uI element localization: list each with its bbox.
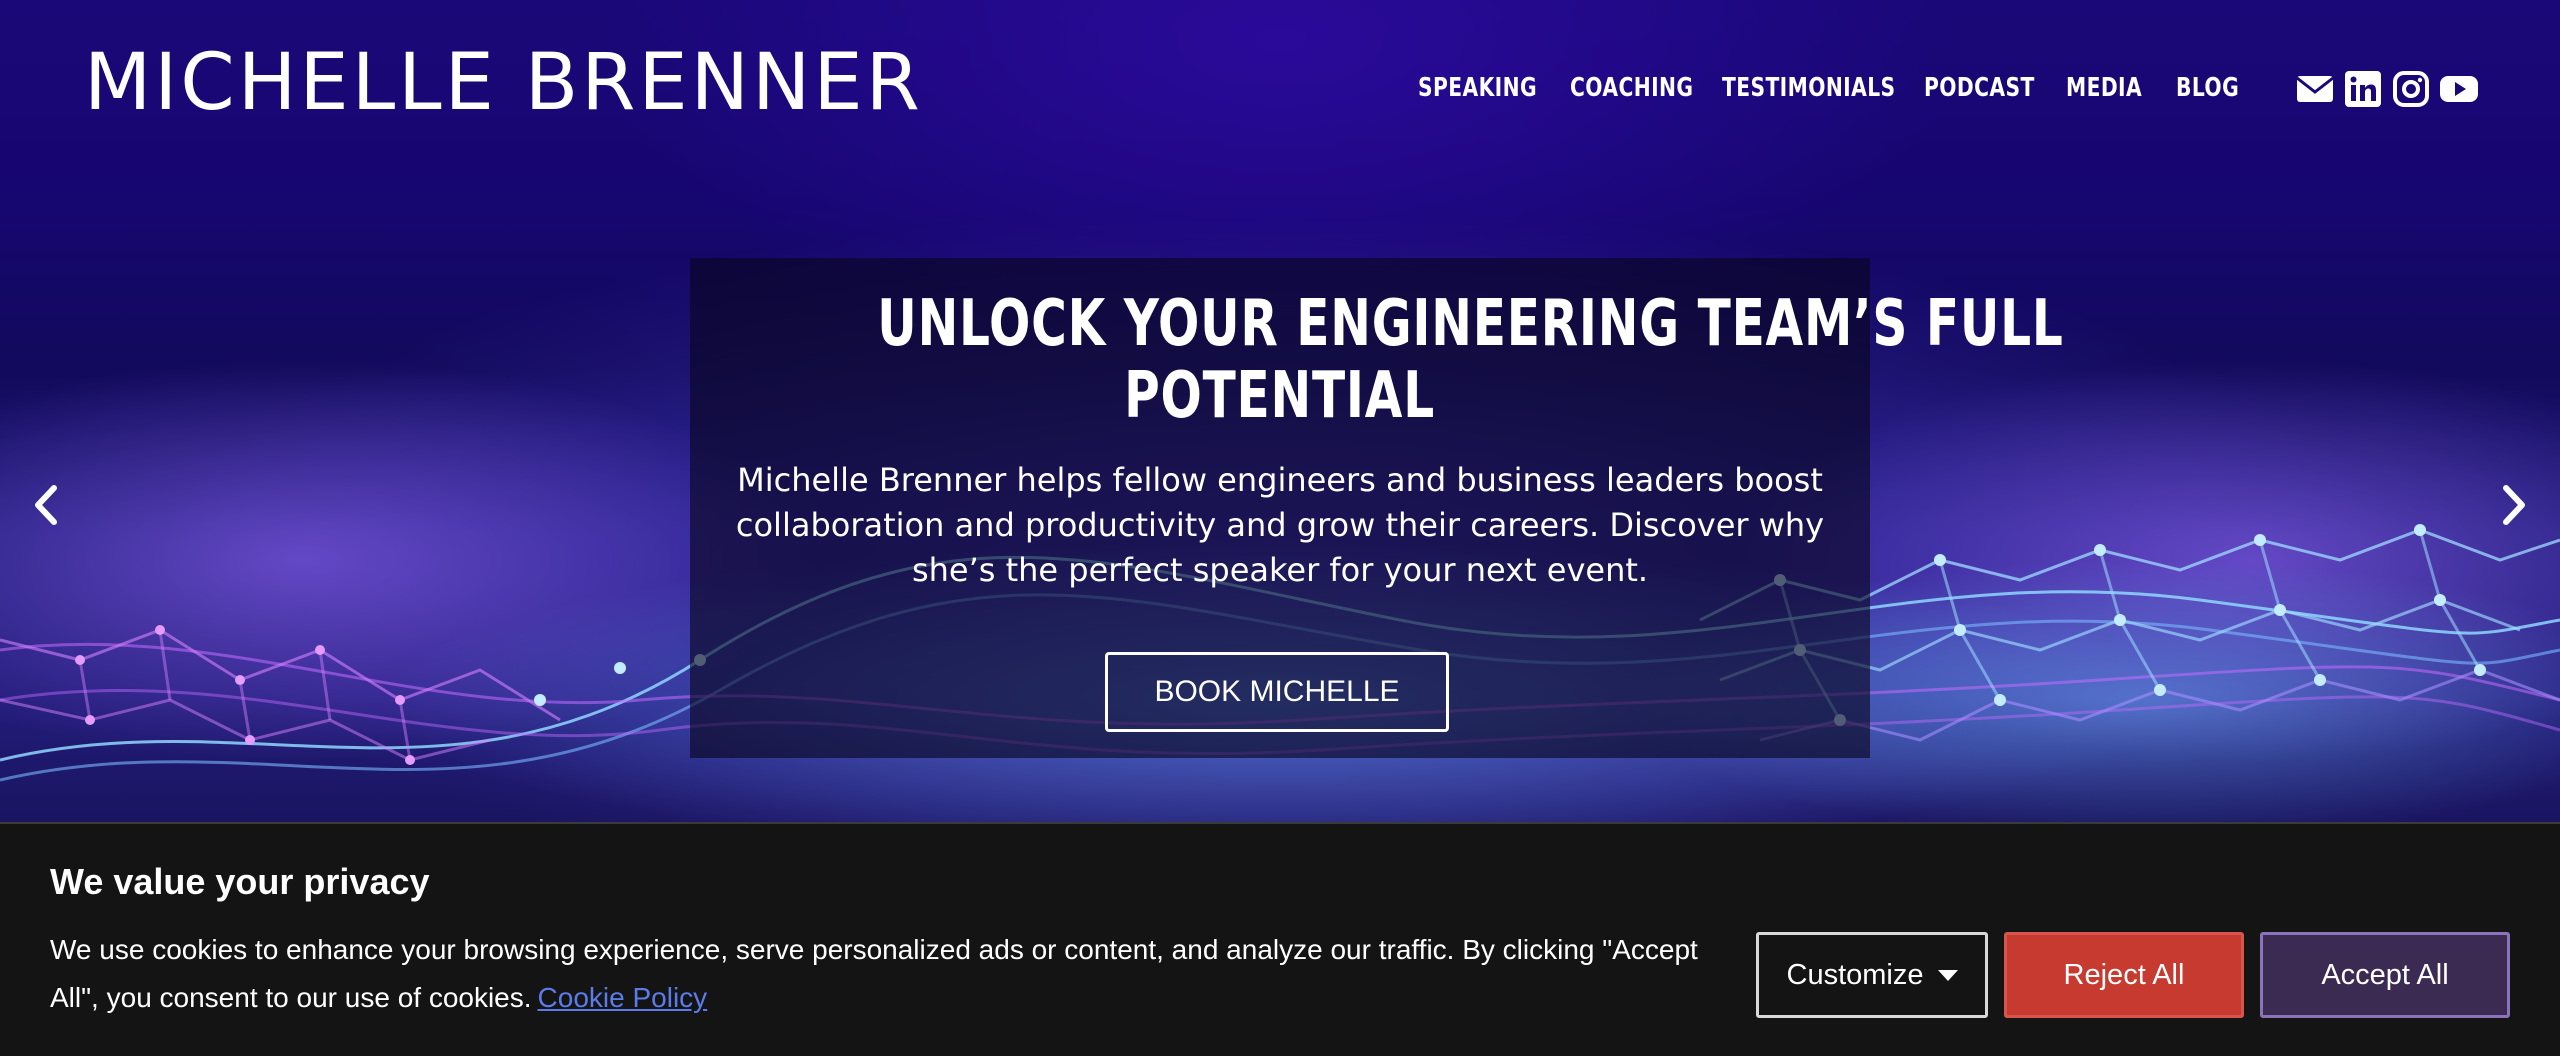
cookie-banner-body: We use cookies to enhance your browsing … (50, 934, 1698, 1013)
hero-headline-line2: POTENTIAL (1124, 359, 1436, 433)
linkedin-icon[interactable] (2344, 70, 2382, 108)
nav-link-blog[interactable]: BLOG (2176, 68, 2239, 108)
social-links (2296, 70, 2478, 108)
nav-item-blog[interactable]: BLOG (2176, 68, 2257, 108)
hero-headline: UNLOCK YOUR ENGINEERING TEAM’S FULL POTE… (690, 288, 2063, 433)
nav-link-podcast[interactable]: PODCAST (1924, 68, 2035, 108)
chevron-right-icon (2503, 485, 2525, 525)
nav-item-testimonials[interactable]: TESTIMONIALS (1722, 68, 1944, 108)
nav-link-speaking[interactable]: SPEAKING (1418, 68, 1537, 108)
cookie-banner-text: We use cookies to enhance your browsing … (50, 926, 1750, 1022)
cookie-policy-link[interactable]: Cookie Policy (538, 982, 708, 1013)
nav-item-speaking[interactable]: SPEAKING (1418, 68, 1571, 108)
hero-section: MICHELLE BRENNER SPEAKING COACHING TESTI… (0, 0, 2560, 822)
nav-link-coaching[interactable]: COACHING (1570, 68, 1693, 108)
nav-item-podcast[interactable]: PODCAST (1924, 68, 2066, 108)
reject-all-button[interactable]: Reject All (2004, 932, 2244, 1018)
nav-item-coaching[interactable]: COACHING (1570, 68, 1728, 108)
hero-headline-line1: UNLOCK YOUR ENGINEERING TEAM’S FULL (877, 287, 2064, 361)
customize-button-label: Customize (1786, 958, 1924, 991)
instagram-icon[interactable] (2392, 70, 2430, 108)
cookie-banner-title: We value your privacy (50, 861, 430, 902)
cookie-banner: We value your privacy We use cookies to … (0, 822, 2560, 1056)
carousel-next-button[interactable] (2494, 480, 2534, 530)
youtube-icon[interactable] (2440, 70, 2478, 108)
email-icon[interactable] (2296, 70, 2334, 108)
accept-all-button[interactable]: Accept All (2260, 932, 2510, 1018)
nav-link-media[interactable]: MEDIA (2066, 68, 2142, 108)
hero-panel: UNLOCK YOUR ENGINEERING TEAM’S FULL POTE… (690, 258, 2063, 758)
chevron-left-icon (35, 485, 57, 525)
nav-item-media[interactable]: MEDIA (2066, 68, 2164, 108)
caret-down-icon (1937, 969, 1958, 981)
hero-subtext: Michelle Brenner helps fellow engineers … (735, 461, 1825, 589)
nav-link-testimonials[interactable]: TESTIMONIALS (1722, 68, 1896, 108)
book-michelle-button[interactable]: BOOK MICHELLE (1105, 652, 1449, 732)
site-logo[interactable]: MICHELLE BRENNER (84, 38, 923, 128)
carousel-prev-button[interactable] (26, 480, 66, 530)
customize-button[interactable]: Customize (1756, 932, 1988, 1018)
